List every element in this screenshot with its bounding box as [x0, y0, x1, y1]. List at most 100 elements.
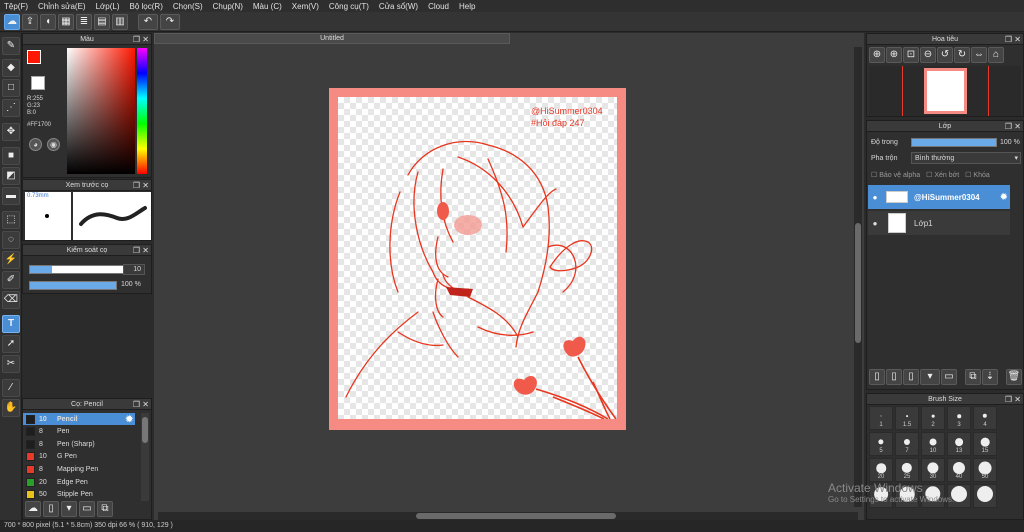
duplicate-layer-icon[interactable]: ⧉ [965, 369, 981, 385]
saturation-value-picker[interactable] [67, 48, 135, 174]
menu-item[interactable]: Cloud [428, 2, 449, 11]
menu-item[interactable]: Chọn(S) [173, 2, 203, 11]
clipping-checkbox[interactable]: ☐ Xén bớt [926, 171, 959, 179]
brush-list-scrollbar[interactable] [141, 413, 149, 501]
brush-size-cell[interactable]: 4 [973, 406, 997, 430]
panel-controls[interactable]: ❐ ✕ [1005, 394, 1021, 405]
brush-item[interactable]: 8 Mapping Pen [23, 463, 135, 475]
brush-size-cell[interactable]: 7 [895, 432, 919, 456]
select-eraser-icon[interactable]: ⌫ [2, 291, 20, 309]
navigator-preview[interactable] [869, 66, 1021, 116]
color-wheel-icon[interactable]: ◉ [47, 138, 60, 151]
brush-item[interactable]: 20 Edge Pen [23, 476, 135, 488]
brush-size-cell[interactable]: 40 [947, 458, 971, 482]
menu-item[interactable]: Bộ lọc(R) [130, 2, 163, 11]
new-layer-icon[interactable]: ▯ [869, 369, 885, 385]
palette-icon[interactable]: ◕ [29, 138, 42, 151]
divide-tool-icon[interactable]: ✂ [2, 355, 20, 373]
panel-controls[interactable]: ❐ ✕ [133, 245, 149, 256]
panel-controls[interactable]: ❐ ✕ [133, 180, 149, 191]
brush-size-cell[interactable]: 3 [947, 406, 971, 430]
menu-item[interactable]: Chỉnh sửa(E) [38, 2, 86, 11]
magic-wand-icon[interactable]: ⚡ [2, 251, 20, 269]
menu-item[interactable]: Cửa sổ(W) [379, 2, 418, 11]
brush-new-icon[interactable]: ▯ [43, 501, 59, 517]
gradient-tool-icon[interactable]: ▬ [2, 187, 20, 205]
page-icon[interactable]: ▤ [94, 13, 110, 30]
brush-size-cell[interactable]: 50 [973, 458, 997, 482]
merge-layer-icon[interactable]: ⇣ [982, 369, 998, 385]
brush-size-cell[interactable]: 30 [921, 458, 945, 482]
hue-slider[interactable] [137, 48, 147, 174]
eyedropper-icon[interactable]: ⁄ [2, 379, 20, 397]
bucket-tool-icon[interactable]: ◩ [2, 167, 20, 185]
undo-icon[interactable]: ↶ [138, 13, 158, 30]
layer-folder-icon[interactable]: ▭ [941, 369, 957, 385]
protect-alpha-checkbox[interactable]: ☐ Bảo vệ alpha [871, 171, 920, 179]
brush-size-cell[interactable]: 2 [921, 406, 945, 430]
layer-row-selected[interactable]: ● @HiSummer0304 ✹ [868, 185, 1010, 209]
brush-duplicate-icon[interactable]: ⧉ [97, 501, 113, 517]
canvas-vertical-scrollbar[interactable] [854, 47, 862, 507]
brush-cloud-icon[interactable]: ☁ [25, 501, 41, 517]
lock-checkbox[interactable]: ☐ Khóa [965, 171, 990, 179]
panel-controls[interactable]: ❐ ✕ [1005, 34, 1021, 45]
new-layer-1bit-icon[interactable]: ▯ [903, 369, 919, 385]
layer-settings-gear-icon[interactable]: ✹ [1000, 192, 1008, 203]
fill-rect-icon[interactable]: ■ [2, 147, 20, 165]
lasso-tool-icon[interactable]: ◌ [2, 231, 20, 249]
brush-folder-icon[interactable]: ▭ [79, 501, 95, 517]
text-tool-icon[interactable]: T [2, 315, 20, 333]
flip-icon[interactable]: ⇔ [971, 47, 987, 63]
menu-item[interactable]: Màu (C) [253, 2, 282, 11]
zoom-out-icon[interactable]: ⊖ [920, 47, 936, 63]
rect-tool-icon[interactable]: □ [2, 79, 20, 97]
lock-view-icon[interactable]: ⌂ [988, 47, 1004, 63]
brush-size-cell[interactable]: 20 [869, 458, 893, 482]
rotate-left-icon[interactable]: ↺ [937, 47, 953, 63]
menu-item[interactable]: Công cụ(T) [329, 2, 369, 11]
brush-size-cell[interactable]: 5 [869, 432, 893, 456]
brush-size-cell[interactable]: 25 [895, 458, 919, 482]
blend-mode-select[interactable]: Bình thường ▾ [911, 152, 1021, 164]
menu-item[interactable]: Tệp(F) [4, 2, 28, 11]
cloud-icon[interactable]: ☁ [4, 13, 20, 30]
panel-controls[interactable]: ❐ ✕ [133, 34, 149, 45]
redo-icon[interactable]: ↷ [160, 13, 180, 30]
menu-item[interactable]: Xem(V) [292, 2, 319, 11]
eraser-tool-icon[interactable]: ◆ [2, 59, 20, 77]
menu-item[interactable]: Lớp(L) [96, 2, 120, 11]
artwork-canvas[interactable]: @HiSummer0304 #Hỏi đáp 247 [329, 88, 626, 430]
menu-item[interactable]: Help [459, 2, 475, 11]
move-tool-icon[interactable]: ✥ [2, 123, 20, 141]
layer-opacity-slider[interactable] [911, 138, 997, 147]
brush-opacity-slider[interactable] [29, 281, 117, 290]
brush-tool-icon[interactable]: ✎ [2, 37, 20, 55]
delete-layer-icon[interactable]: 🗑 [1006, 369, 1022, 385]
brush-item[interactable]: 50 Stipple Pen [23, 489, 135, 501]
select-rect-icon[interactable]: ⬚ [2, 211, 20, 229]
brush-add-icon[interactable]: ▾ [61, 501, 77, 517]
brush-size-cell[interactable]: 1.5 [895, 406, 919, 430]
brush-settings-gear-icon[interactable]: ✹ [125, 414, 133, 425]
brush-size-cell[interactable]: 1 [869, 406, 893, 430]
add-layer-menu-icon[interactable]: ▾ [920, 369, 940, 385]
operation-tool-icon[interactable]: ➚ [2, 335, 20, 353]
hand-tool-icon[interactable]: ✋ [2, 399, 20, 417]
eye-icon[interactable]: ● [868, 193, 882, 202]
zoom-in-icon[interactable]: ⊕ [869, 47, 885, 63]
brush-size-cell[interactable]: 13 [947, 432, 971, 456]
primary-color-swatch[interactable] [27, 50, 41, 64]
list-icon[interactable]: ≣ [76, 13, 92, 30]
brush-size-cell[interactable] [973, 484, 997, 508]
panel-controls[interactable]: ❐ ✕ [1005, 121, 1021, 132]
fit-icon[interactable]: ⊡ [903, 47, 919, 63]
brush-item[interactable]: 8 Pen [23, 426, 135, 438]
brush-item[interactable]: 10 Pencil ✹ [23, 413, 135, 425]
menu-item[interactable]: Chụp(N) [213, 2, 243, 11]
brush-item[interactable]: 8 Pen (Sharp) [23, 438, 135, 450]
transparent-canvas[interactable]: @HiSummer0304 #Hỏi đáp 247 [338, 97, 617, 419]
brush-size-cell[interactable]: 10 [921, 432, 945, 456]
speech-bubble-icon[interactable]: ◖ [40, 13, 56, 30]
select-pen-icon[interactable]: ✐ [2, 271, 20, 289]
